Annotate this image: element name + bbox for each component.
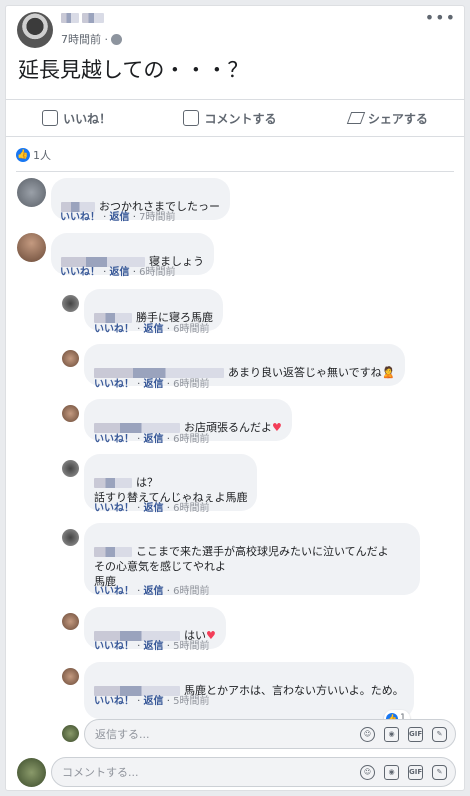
reply-placeholder: 返信する... [95,728,150,741]
share-arrow-icon [346,112,365,124]
avatar[interactable] [62,613,79,630]
comment-like-link[interactable]: いいね！ [60,267,100,278]
comment-time[interactable]: 6時間前 [139,267,175,278]
speech-bubble-icon [183,110,200,126]
divider [16,171,454,172]
camera-icon[interactable]: ◉ [384,727,399,742]
author-avatar[interactable] [17,12,53,48]
comment-meta: いいね！ · 返信 · 6時間前 [60,267,176,278]
sticker-icon[interactable]: ✎ [432,727,447,742]
comment-input[interactable]: コメントする... ☺ ◉ GIF ✎ [51,757,456,787]
comment-label: コメントする [204,111,277,126]
post-meta: 7時間前 · [61,31,122,47]
reply-meta: いいね！ · 返信 · 6時間前 [94,434,210,445]
more-options-icon[interactable]: ••• [425,8,456,27]
like-summary[interactable]: 👍 1人 [16,147,51,163]
reply-reply-link[interactable]: 返信 [144,503,164,514]
thumbs-up-icon [42,110,59,126]
share-label: シェアする [367,111,428,126]
reply-like-link[interactable]: いいね！ [94,586,134,597]
post-text: 延長見越しての・・・？ [18,58,249,82]
avatar[interactable] [17,233,46,262]
reply-like-link[interactable]: いいね！ [94,503,134,514]
action-bar: いいね！ コメントする シェアする [6,99,464,137]
comment-like-link[interactable]: いいね！ [60,212,100,223]
avatar[interactable] [62,668,79,685]
emoji-icon[interactable]: ☺ [360,727,375,742]
reply-meta: いいね！ · 返信 · 6時間前 [94,324,210,335]
reply-time[interactable]: 6時間前 [173,503,209,514]
reply-time[interactable]: 6時間前 [173,379,209,390]
reply-meta: いいね！ · 返信 · 6時間前 [94,586,210,597]
reply-reply-link[interactable]: 返信 [144,696,164,707]
like-button[interactable]: いいね！ [42,110,111,127]
comment-input-icons: ☺ ◉ GIF ✎ [360,765,447,780]
gif-icon[interactable]: GIF [408,727,423,742]
avatar[interactable] [62,529,79,546]
globe-icon [111,33,122,45]
camera-icon[interactable]: ◉ [384,765,399,780]
avatar[interactable] [17,758,46,787]
reply-meta: いいね！ · 返信 · 5時間前 [94,641,210,652]
reply-like-link[interactable]: いいね！ [94,434,134,445]
commenter-name-blurred[interactable] [94,478,132,488]
reply-input[interactable]: 返信する... ☺ ◉ GIF ✎ [84,719,456,749]
avatar[interactable] [62,350,79,367]
reply-meta: いいね！ · 返信 · 6時間前 [94,379,210,390]
avatar[interactable] [62,725,79,742]
reply-bubble: 馬鹿とかアホは、言わない方いいよ。ため。 👍1 [84,662,414,727]
comment-time[interactable]: 7時間前 [139,212,175,223]
post-time[interactable]: 7時間前 · [61,31,108,47]
post-card: 7時間前 · ••• 延長見越しての・・・？ いいね！ コメントする シェアする… [5,5,465,791]
sticker-icon[interactable]: ✎ [432,765,447,780]
reply-time[interactable]: 6時間前 [173,434,209,445]
reply-input-icons: ☺ ◉ GIF ✎ [360,727,447,742]
reply-time[interactable]: 6時間前 [173,586,209,597]
reply-meta: いいね！ · 返信 · 5時間前 [94,696,210,707]
reply-meta: いいね！ · 返信 · 6時間前 [94,503,210,514]
like-count: 1人 [33,149,51,162]
comment-reply-link[interactable]: 返信 [110,212,130,223]
comment-meta: いいね！ · 返信 · 7時間前 [60,212,176,223]
reply-like-link[interactable]: いいね！ [94,324,134,335]
avatar[interactable] [62,460,79,477]
reply-reply-link[interactable]: 返信 [144,586,164,597]
emoji-icon[interactable]: ☺ [360,765,375,780]
comment-button[interactable]: コメントする [183,110,277,127]
reply-text: あまり良い返答じゃ無いですね🙎 [228,366,396,379]
reply-reply-link[interactable]: 返信 [144,641,164,652]
avatar[interactable] [17,178,46,207]
reply-time[interactable]: 6時間前 [173,324,209,335]
gif-icon[interactable]: GIF [408,765,423,780]
comment-placeholder: コメントする... [62,766,139,779]
reply-like-link[interactable]: いいね！ [94,696,134,707]
reply-time[interactable]: 5時間前 [173,696,209,707]
commenter-name-blurred[interactable] [94,547,132,557]
reply-text: 馬鹿とかアホは、言わない方いいよ。ため。 [184,684,404,697]
avatar[interactable] [62,405,79,422]
like-badge-icon: 👍 [16,148,30,162]
reply-reply-link[interactable]: 返信 [144,434,164,445]
heart-emoji: ♥ [272,421,282,434]
avatar[interactable] [62,295,79,312]
reply-like-link[interactable]: いいね！ [94,641,134,652]
reply-time[interactable]: 5時間前 [173,641,209,652]
reply-like-link[interactable]: いいね！ [94,379,134,390]
reply-reply-link[interactable]: 返信 [144,379,164,390]
author-name-blurred[interactable] [61,13,105,27]
share-button[interactable]: シェアする [346,110,428,127]
like-label: いいね！ [63,111,112,126]
reply-reply-link[interactable]: 返信 [144,324,164,335]
comment-reply-link[interactable]: 返信 [110,267,130,278]
